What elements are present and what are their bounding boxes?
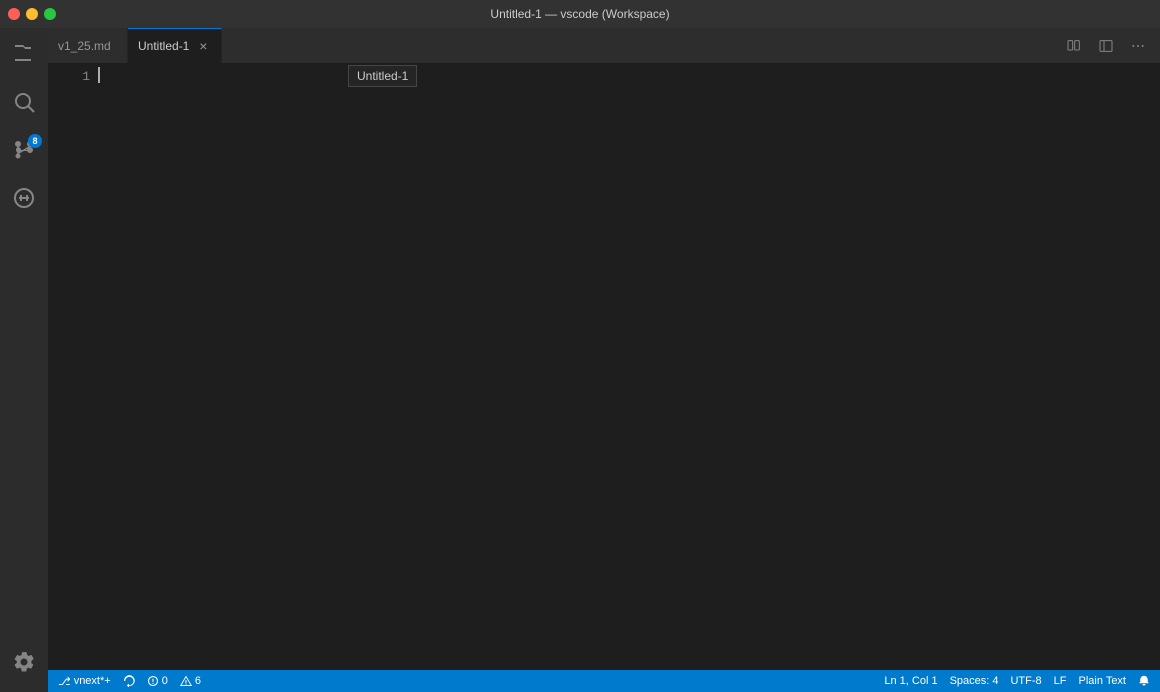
tab-untitled-1[interactable]: Untitled-1 × Untitled-1 <box>128 28 222 63</box>
status-position[interactable]: Ln 1, Col 1 <box>878 670 943 692</box>
split-editor-button[interactable] <box>1060 32 1088 60</box>
error-count: 0 <box>162 675 168 687</box>
eol-label: LF <box>1054 675 1067 687</box>
title-bar: Untitled-1 — vscode (Workspace) <box>0 0 1160 28</box>
layout-icon <box>1098 38 1114 54</box>
split-editor-icon <box>1066 38 1082 54</box>
tab-bar-actions <box>1060 28 1152 63</box>
status-language[interactable]: Plain Text <box>1073 670 1133 692</box>
sidebar-item-extensions[interactable] <box>0 176 48 220</box>
language-label: Plain Text <box>1079 675 1127 687</box>
editor-text-area[interactable] <box>98 63 1160 670</box>
status-bar-right: Ln 1, Col 1 Spaces: 4 UTF-8 LF Plain Tex… <box>878 670 1156 692</box>
toggle-sidebar-button[interactable] <box>1092 32 1120 60</box>
extensions-icon <box>12 186 36 210</box>
warning-count: 6 <box>195 675 201 687</box>
activity-bar: 8 <box>0 28 48 692</box>
warning-icon <box>180 675 192 687</box>
activity-bar-top: 8 <box>0 32 48 640</box>
spaces-label: Spaces: 4 <box>950 675 999 687</box>
tab-close-button[interactable]: × <box>195 38 211 54</box>
branch-icon: ⎇ <box>58 675 71 688</box>
tab-bar: v1_25.md Untitled-1 × Untitled-1 <box>48 28 1160 63</box>
status-eol[interactable]: LF <box>1048 670 1073 692</box>
position-label: Ln 1, Col 1 <box>884 675 937 687</box>
main-layout: 8 v1_25.md <box>0 28 1160 692</box>
traffic-lights <box>8 8 56 20</box>
sidebar-item-settings[interactable] <box>0 640 48 684</box>
more-actions-button[interactable] <box>1124 32 1152 60</box>
search-icon <box>12 90 36 114</box>
close-button[interactable] <box>8 8 20 20</box>
cursor-line <box>98 67 1160 83</box>
encoding-label: UTF-8 <box>1010 675 1041 687</box>
text-cursor <box>98 67 100 83</box>
status-errors[interactable]: 0 <box>141 670 174 692</box>
files-icon <box>12 42 36 66</box>
status-notifications[interactable] <box>1132 670 1156 692</box>
more-icon <box>1130 38 1146 54</box>
editor-content[interactable]: 1 <box>48 63 1160 670</box>
source-control-badge: 8 <box>28 134 42 148</box>
bell-icon <box>1138 675 1150 687</box>
status-branch[interactable]: ⎇ vnext*+ <box>52 670 117 692</box>
line-number-1: 1 <box>64 67 90 86</box>
status-encoding[interactable]: UTF-8 <box>1004 670 1047 692</box>
error-icon <box>147 675 159 687</box>
tab-v1-25[interactable]: v1_25.md <box>48 28 128 63</box>
editor-area: v1_25.md Untitled-1 × Untitled-1 <box>48 28 1160 692</box>
sync-icon <box>123 675 135 687</box>
minimize-button[interactable] <box>26 8 38 20</box>
sidebar-item-explorer[interactable] <box>0 32 48 76</box>
maximize-button[interactable] <box>44 8 56 20</box>
sidebar-item-search[interactable] <box>0 80 48 124</box>
activity-bar-bottom <box>0 640 48 692</box>
status-sync[interactable] <box>117 670 141 692</box>
tab-label-active: Untitled-1 <box>138 39 189 53</box>
status-spaces[interactable]: Spaces: 4 <box>944 670 1005 692</box>
status-warnings[interactable]: 6 <box>174 670 207 692</box>
sidebar-item-source-control[interactable]: 8 <box>0 128 48 172</box>
status-bar: ⎇ vnext*+ 0 <box>48 670 1160 692</box>
settings-icon <box>12 650 36 674</box>
branch-label: vnext*+ <box>74 675 111 687</box>
line-numbers: 1 <box>48 63 98 670</box>
status-bar-left: ⎇ vnext*+ 0 <box>52 670 207 692</box>
window-title: Untitled-1 — vscode (Workspace) <box>490 7 669 21</box>
tab-label: v1_25.md <box>58 39 111 53</box>
